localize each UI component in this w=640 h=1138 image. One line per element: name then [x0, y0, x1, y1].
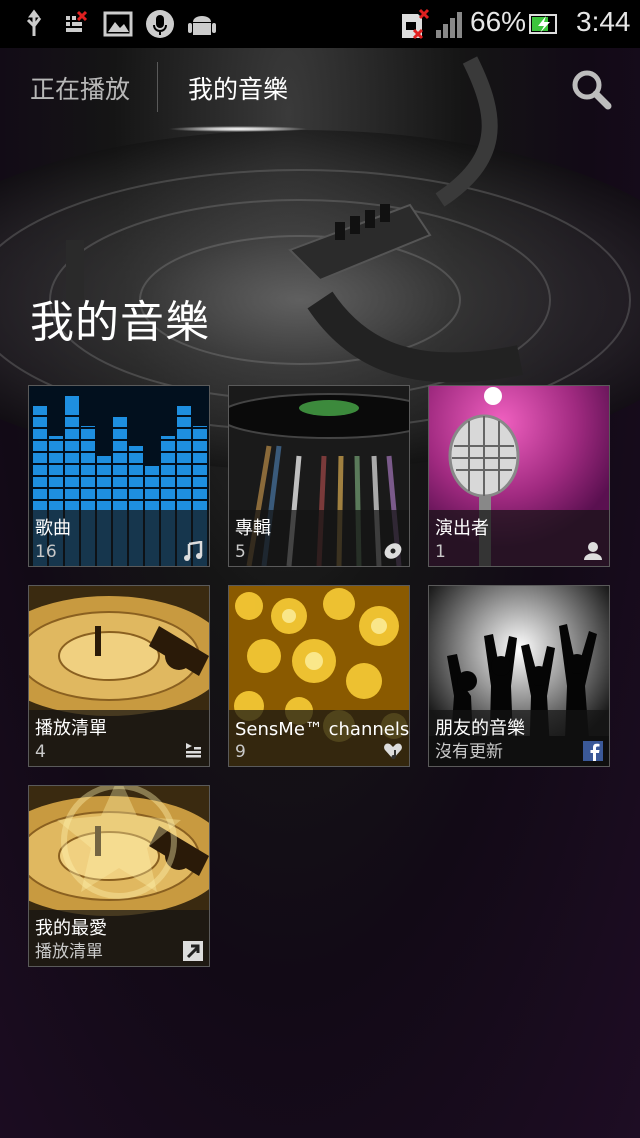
tile-count: 9: [235, 742, 246, 762]
tile-label: SensMe™ channels: [235, 719, 410, 740]
search-icon[interactable]: [568, 66, 614, 112]
tile-playlists[interactable]: 播放清單 4: [28, 585, 210, 767]
tile-count: 16: [35, 542, 57, 562]
sim-error-icon: [60, 8, 92, 40]
facebook-icon: [583, 741, 603, 761]
usb-icon: [18, 8, 50, 40]
tile-songs[interactable]: 歌曲 16: [28, 385, 210, 567]
tile-label: 歌曲: [35, 518, 71, 539]
shortcut-arrow-icon: [183, 941, 203, 961]
disc-icon: [383, 541, 403, 561]
tile-count: 4: [35, 742, 46, 762]
tile-type: 播放清單: [35, 942, 103, 962]
tile-label: 專輯: [235, 518, 271, 539]
battery-charging-icon: [528, 8, 560, 40]
battery-percent: 66%: [470, 6, 527, 37]
status-bar: 66% 3:44: [0, 0, 640, 48]
music-note-icon: [183, 541, 203, 561]
tab-divider: [157, 62, 158, 112]
person-icon: [583, 541, 603, 561]
tile-count: 1: [435, 542, 446, 562]
playlist-icon: [183, 741, 203, 761]
tile-favourites[interactable]: 我的最愛 播放清單: [28, 785, 210, 967]
tile-friends-music[interactable]: 朋友的音樂 沒有更新: [428, 585, 610, 767]
tile-label: 播放清單: [35, 718, 107, 739]
tile-label: 演出者: [435, 518, 489, 539]
signal-icon: [434, 8, 466, 40]
tab-now-playing[interactable]: 正在播放: [30, 70, 130, 106]
tile-sensme-channels[interactable]: SensMe™ channels 9: [228, 585, 410, 767]
page-title: 我的音樂: [30, 297, 210, 348]
heart-music-icon: [383, 741, 403, 761]
top-tabs: 正在播放 我的音樂: [0, 48, 640, 132]
tile-artists[interactable]: 演出者 1: [428, 385, 610, 567]
gallery-icon: [102, 8, 134, 40]
active-tab-indicator: [168, 126, 308, 132]
tile-albums[interactable]: 專輯 5: [228, 385, 410, 567]
tile-count: 5: [235, 542, 246, 562]
microphone-icon: [144, 8, 176, 40]
clock: 3:44: [576, 6, 631, 37]
android-icon: [186, 8, 218, 40]
tab-my-music[interactable]: 我的音樂: [188, 70, 288, 106]
sd-card-error-icon: [398, 8, 430, 40]
tile-status: 沒有更新: [435, 742, 503, 762]
